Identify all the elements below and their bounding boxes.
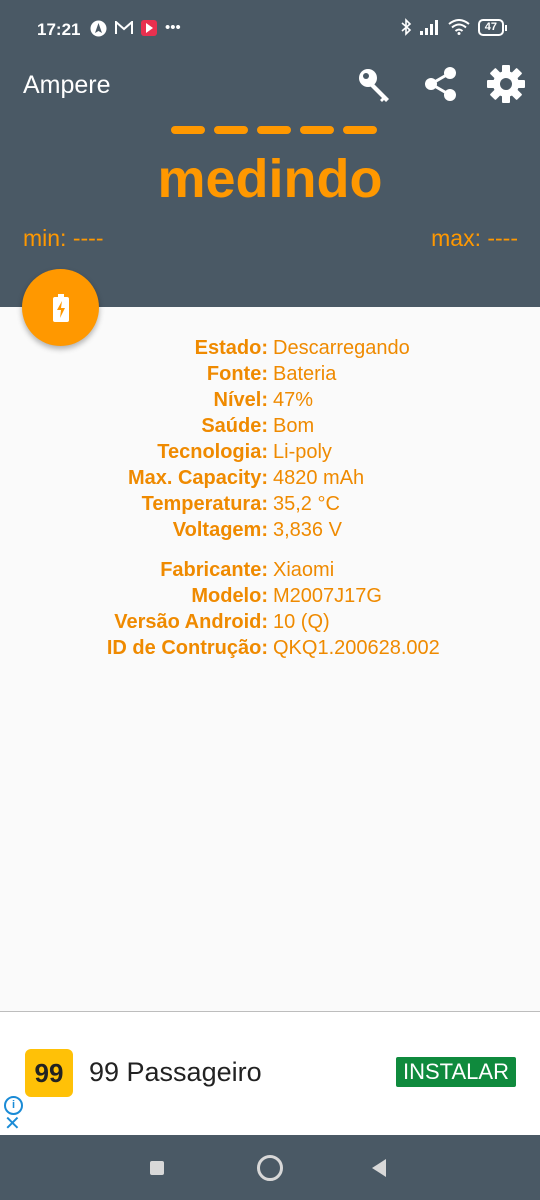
ad-app-name[interactable]: 99 Passageiro xyxy=(89,1057,262,1088)
info-key: Fabricante: xyxy=(160,559,268,581)
info-key: Modelo: xyxy=(191,585,268,607)
battery-info-list: Estado: Descarregando Fonte: Bateria Nível… xyxy=(0,335,540,661)
info-key: Tecnologia: xyxy=(157,441,268,463)
info-key: Fonte: xyxy=(206,363,268,385)
wifi-icon xyxy=(448,19,470,35)
status-time: 17:21 xyxy=(37,20,81,39)
gear-icon[interactable] xyxy=(486,64,526,104)
info-value: 35,2 °C xyxy=(273,493,340,515)
dash xyxy=(257,126,291,134)
install-button[interactable]: INSTALAR xyxy=(396,1057,516,1087)
app-title: Ampere xyxy=(23,71,111,99)
home-button[interactable] xyxy=(257,1155,283,1181)
info-key: Temperatura: xyxy=(141,493,268,515)
info-row-modelo: Modelo: M2007J17G xyxy=(0,583,540,609)
info-value: 4820 mAh xyxy=(273,467,365,489)
info-key: Nível: xyxy=(213,389,268,411)
key-icon[interactable] xyxy=(355,64,395,104)
recents-button[interactable] xyxy=(150,1161,164,1175)
battery-charging-icon xyxy=(52,293,69,322)
info-value: M2007J17G xyxy=(273,585,382,607)
info-row-android: Versão Android: 10 (Q) xyxy=(0,609,540,635)
max-value: max: ---- xyxy=(431,225,518,251)
more-dots-icon: ••• xyxy=(165,19,181,36)
info-key: ID de Contrução: xyxy=(106,637,268,659)
notification-icons: ••• xyxy=(90,18,181,38)
info-key: Saúde: xyxy=(201,415,268,437)
info-row-temperatura: Temperatura: 35,2 °C xyxy=(0,491,540,517)
battery-icon: 47 xyxy=(477,18,508,36)
info-row-capacity: Max. Capacity: 4820 mAh xyxy=(0,465,540,491)
dash xyxy=(343,126,377,134)
media-icon xyxy=(141,20,157,36)
info-value: 3,836 V xyxy=(273,519,342,541)
navigation-icon xyxy=(90,20,107,36)
info-value: Xiaomi xyxy=(273,559,335,581)
info-key: Estado: xyxy=(194,337,268,359)
status-bar: 17:21 ••• 47 xyxy=(0,0,540,46)
signal-icon xyxy=(419,20,438,35)
measuring-status: medindo xyxy=(157,149,383,209)
info-row-tecnologia: Tecnologia: Li-poly xyxy=(0,439,540,465)
info-key: Voltagem: xyxy=(172,519,268,541)
info-key: Max. Capacity: xyxy=(127,467,268,489)
info-value: Li-poly xyxy=(273,441,332,463)
min-value: min: ---- xyxy=(23,225,104,251)
info-value: Descarregando xyxy=(273,337,410,359)
info-row-nivel: Nível: 47% xyxy=(0,387,540,413)
back-button[interactable] xyxy=(372,1159,386,1177)
system-icons: 47 xyxy=(400,18,508,36)
reading-placeholder xyxy=(171,126,377,134)
ad-app-logo[interactable]: 99 xyxy=(25,1049,73,1097)
system-nav-bar xyxy=(0,1135,540,1200)
ad-banner[interactable]: 99 99 Passageiro INSTALAR i ✕ xyxy=(0,1011,540,1136)
bluetooth-icon xyxy=(401,18,411,36)
dash xyxy=(300,126,334,134)
app-header: Ampere medindo min: ---- max: ---- xyxy=(0,46,540,307)
gmail-icon xyxy=(115,21,133,34)
dash xyxy=(214,126,248,134)
info-value: 10 (Q) xyxy=(273,611,330,633)
dash xyxy=(171,126,205,134)
info-value: Bateria xyxy=(273,363,337,385)
share-icon[interactable] xyxy=(421,64,461,104)
ad-close-icon[interactable]: ✕ xyxy=(4,1114,21,1134)
info-value: Bom xyxy=(273,415,315,437)
info-row-fabricante: Fabricante: Xiaomi xyxy=(0,557,540,583)
info-row-saude: Saúde: Bom xyxy=(0,413,540,439)
info-value: QKQ1.200628.002 xyxy=(273,637,440,659)
info-row-estado: Estado: Descarregando xyxy=(0,335,540,361)
info-row-voltagem: Voltagem: 3,836 V xyxy=(0,517,540,543)
info-value: 47% xyxy=(273,389,314,411)
info-row-build-id: ID de Contrução: QKQ1.200628.002 xyxy=(0,635,540,661)
info-key: Versão Android: xyxy=(114,611,268,633)
info-row-fonte: Fonte: Bateria xyxy=(0,361,540,387)
